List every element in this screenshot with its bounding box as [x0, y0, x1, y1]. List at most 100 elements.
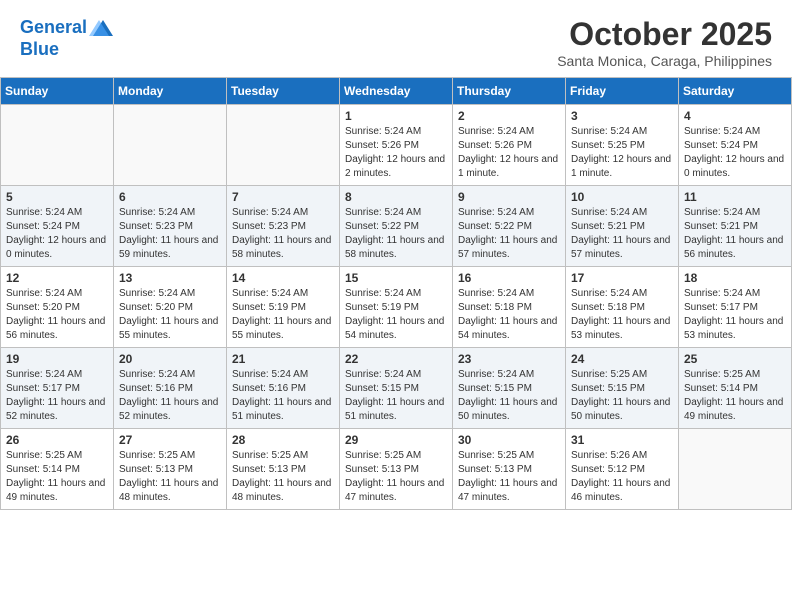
calendar-cell	[679, 429, 792, 510]
day-number: 23	[458, 352, 560, 366]
day-number: 19	[6, 352, 108, 366]
day-number: 8	[345, 190, 447, 204]
day-number: 1	[345, 109, 447, 123]
calendar-cell: 22 Sunrise: 5:24 AMSunset: 5:15 PMDayligh…	[340, 348, 453, 429]
day-info: Sunrise: 5:26 AMSunset: 5:12 PMDaylight:…	[571, 449, 673, 505]
calendar-cell: 9 Sunrise: 5:24 AMSunset: 5:22 PMDaylight…	[453, 186, 566, 267]
day-info: Sunrise: 5:24 AMSunset: 5:17 PMDaylight:…	[6, 368, 108, 424]
day-info: Sunrise: 5:25 AMSunset: 5:13 PMDaylight:…	[345, 449, 447, 505]
calendar-cell: 2 Sunrise: 5:24 AMSunset: 5:26 PMDaylight…	[453, 105, 566, 186]
day-info: Sunrise: 5:25 AMSunset: 5:15 PMDaylight:…	[571, 368, 673, 424]
day-info: Sunrise: 5:24 AMSunset: 5:24 PMDaylight:…	[684, 125, 786, 181]
day-number: 7	[232, 190, 334, 204]
weekday-thursday: Thursday	[453, 78, 566, 105]
day-number: 13	[119, 271, 221, 285]
calendar-cell	[1, 105, 114, 186]
day-info: Sunrise: 5:24 AMSunset: 5:21 PMDaylight:…	[571, 206, 673, 262]
month-title: October 2025	[557, 16, 772, 53]
day-number: 28	[232, 433, 334, 447]
calendar-cell: 10Sunrise: 5:24 AMSunset: 5:21 PMDayligh…	[566, 186, 679, 267]
calendar-cell: 25Sunrise: 5:25 AMSunset: 5:14 PMDayligh…	[679, 348, 792, 429]
calendar-table: SundayMondayTuesdayWednesdayThursdayFrid…	[0, 77, 792, 510]
day-number: 26	[6, 433, 108, 447]
calendar-week-3: 12 Sunrise: 5:24 AMSunset: 5:20 PMDayligh…	[1, 267, 792, 348]
day-number: 15	[345, 271, 447, 285]
day-info: Sunrise: 5:24 AMSunset: 5:23 PMDaylight:…	[232, 206, 334, 262]
day-number: 21	[232, 352, 334, 366]
title-block: October 2025 Santa Monica, Caraga, Phili…	[557, 16, 772, 69]
day-info: Sunrise: 5:25 AMSunset: 5:13 PMDaylight:…	[458, 449, 560, 505]
calendar-cell: 20 Sunrise: 5:24 AMSunset: 5:16 PMDayligh…	[114, 348, 227, 429]
day-number: 16	[458, 271, 560, 285]
weekday-wednesday: Wednesday	[340, 78, 453, 105]
calendar-cell: 21Sunrise: 5:24 AMSunset: 5:16 PMDayligh…	[227, 348, 340, 429]
day-number: 18	[684, 271, 786, 285]
calendar-cell: 1 Sunrise: 5:24 AMSunset: 5:26 PMDaylight…	[340, 105, 453, 186]
day-number: 22	[345, 352, 447, 366]
day-number: 27	[119, 433, 221, 447]
calendar-cell: 8 Sunrise: 5:24 AMSunset: 5:22 PMDaylight…	[340, 186, 453, 267]
calendar-cell: 30Sunrise: 5:25 AMSunset: 5:13 PMDayligh…	[453, 429, 566, 510]
day-info: Sunrise: 5:24 AMSunset: 5:16 PMDaylight:…	[119, 368, 221, 424]
calendar-cell: 17Sunrise: 5:24 AMSunset: 5:18 PMDayligh…	[566, 267, 679, 348]
calendar-cell: 16 Sunrise: 5:24 AMSunset: 5:18 PMDayligh…	[453, 267, 566, 348]
calendar-week-1: 1 Sunrise: 5:24 AMSunset: 5:26 PMDaylight…	[1, 105, 792, 186]
calendar-cell	[114, 105, 227, 186]
day-number: 12	[6, 271, 108, 285]
day-info: Sunrise: 5:24 AMSunset: 5:15 PMDaylight:…	[458, 368, 560, 424]
day-info: Sunrise: 5:25 AMSunset: 5:13 PMDaylight:…	[232, 449, 334, 505]
day-number: 17	[571, 271, 673, 285]
day-number: 4	[684, 109, 786, 123]
day-info: Sunrise: 5:24 AMSunset: 5:22 PMDaylight:…	[345, 206, 447, 262]
calendar-cell: 28 Sunrise: 5:25 AMSunset: 5:13 PMDayligh…	[227, 429, 340, 510]
weekday-saturday: Saturday	[679, 78, 792, 105]
day-info: Sunrise: 5:24 AMSunset: 5:19 PMDaylight:…	[345, 287, 447, 343]
day-info: Sunrise: 5:24 AMSunset: 5:26 PMDaylight:…	[458, 125, 560, 181]
calendar-week-5: 26 Sunrise: 5:25 AMSunset: 5:14 PMDayligh…	[1, 429, 792, 510]
day-info: Sunrise: 5:24 AMSunset: 5:22 PMDaylight:…	[458, 206, 560, 262]
calendar-cell: 15 Sunrise: 5:24 AMSunset: 5:19 PMDayligh…	[340, 267, 453, 348]
calendar-body: 1 Sunrise: 5:24 AMSunset: 5:26 PMDaylight…	[1, 105, 792, 510]
day-number: 24	[571, 352, 673, 366]
calendar-cell	[227, 105, 340, 186]
day-info: Sunrise: 5:25 AMSunset: 5:14 PMDaylight:…	[6, 449, 108, 505]
day-number: 9	[458, 190, 560, 204]
day-number: 6	[119, 190, 221, 204]
day-number: 31	[571, 433, 673, 447]
day-info: Sunrise: 5:24 AMSunset: 5:19 PMDaylight:…	[232, 287, 334, 343]
day-number: 25	[684, 352, 786, 366]
day-number: 20	[119, 352, 221, 366]
weekday-header-row: SundayMondayTuesdayWednesdayThursdayFrid…	[1, 78, 792, 105]
calendar-cell: 13 Sunrise: 5:24 AMSunset: 5:20 PMDayligh…	[114, 267, 227, 348]
calendar-cell: 11 Sunrise: 5:24 AMSunset: 5:21 PMDayligh…	[679, 186, 792, 267]
day-info: Sunrise: 5:24 AMSunset: 5:26 PMDaylight:…	[345, 125, 447, 181]
day-number: 3	[571, 109, 673, 123]
calendar-cell: 19 Sunrise: 5:24 AMSunset: 5:17 PMDayligh…	[1, 348, 114, 429]
calendar-cell: 6Sunrise: 5:24 AMSunset: 5:23 PMDaylight…	[114, 186, 227, 267]
logo: General Blue	[20, 16, 113, 60]
day-info: Sunrise: 5:25 AMSunset: 5:13 PMDaylight:…	[119, 449, 221, 505]
day-number: 11	[684, 190, 786, 204]
day-info: Sunrise: 5:24 AMSunset: 5:20 PMDaylight:…	[6, 287, 108, 343]
day-info: Sunrise: 5:24 AMSunset: 5:18 PMDaylight:…	[458, 287, 560, 343]
calendar-cell: 24 Sunrise: 5:25 AMSunset: 5:15 PMDayligh…	[566, 348, 679, 429]
day-info: Sunrise: 5:24 AMSunset: 5:21 PMDaylight:…	[684, 206, 786, 262]
weekday-tuesday: Tuesday	[227, 78, 340, 105]
day-info: Sunrise: 5:24 AMSunset: 5:20 PMDaylight:…	[119, 287, 221, 343]
calendar-cell: 18 Sunrise: 5:24 AMSunset: 5:17 PMDayligh…	[679, 267, 792, 348]
day-number: 14	[232, 271, 334, 285]
day-info: Sunrise: 5:24 AMSunset: 5:24 PMDaylight:…	[6, 206, 108, 262]
weekday-sunday: Sunday	[1, 78, 114, 105]
calendar-cell: 31 Sunrise: 5:26 AMSunset: 5:12 PMDayligh…	[566, 429, 679, 510]
calendar-cell: 27 Sunrise: 5:25 AMSunset: 5:13 PMDayligh…	[114, 429, 227, 510]
calendar-cell: 12 Sunrise: 5:24 AMSunset: 5:20 PMDayligh…	[1, 267, 114, 348]
day-number: 5	[6, 190, 108, 204]
day-number: 29	[345, 433, 447, 447]
day-info: Sunrise: 5:24 AMSunset: 5:15 PMDaylight:…	[345, 368, 447, 424]
calendar-cell: 14 Sunrise: 5:24 AMSunset: 5:19 PMDayligh…	[227, 267, 340, 348]
weekday-friday: Friday	[566, 78, 679, 105]
day-info: Sunrise: 5:24 AMSunset: 5:17 PMDaylight:…	[684, 287, 786, 343]
day-info: Sunrise: 5:24 AMSunset: 5:25 PMDaylight:…	[571, 125, 673, 181]
day-number: 2	[458, 109, 560, 123]
calendar-week-2: 5 Sunrise: 5:24 AMSunset: 5:24 PMDaylight…	[1, 186, 792, 267]
